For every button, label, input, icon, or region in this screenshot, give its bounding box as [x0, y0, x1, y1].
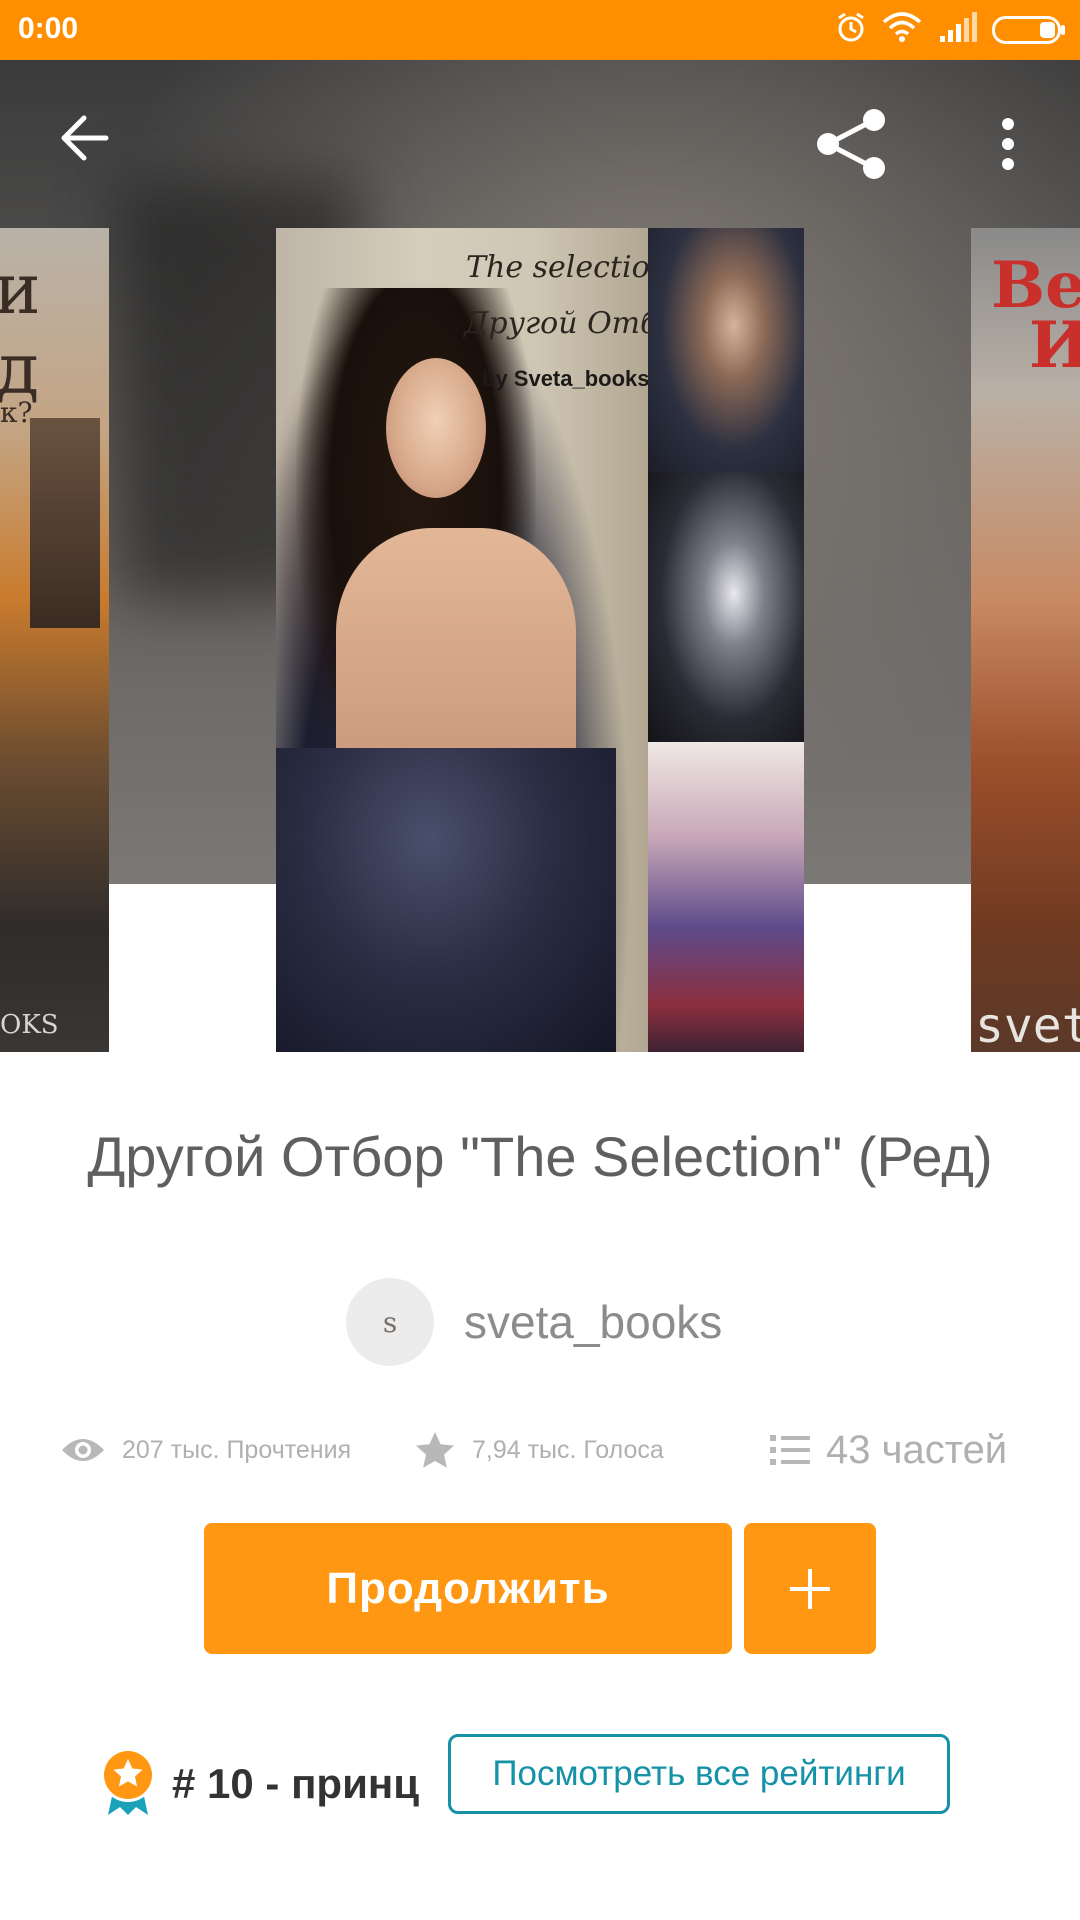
more-vert-icon	[1002, 118, 1014, 170]
ranking-medal-icon	[100, 1747, 156, 1822]
votes-stat: 7,94 тыс. Голоса	[414, 1420, 664, 1480]
reads-stat: 207 тыс. Прочтения	[60, 1420, 351, 1480]
story-stats: 207 тыс. Прочтения 7,94 тыс. Голоса 43 ч…	[0, 1420, 1080, 1480]
cover-current[interactable]: The selection Другой Отбор by Sveta_book…	[276, 228, 804, 1052]
parts-stat[interactable]: 43 частей	[770, 1420, 1007, 1480]
view-all-rankings-button[interactable]: Посмотреть все рейтинги	[448, 1734, 950, 1814]
cover-previous-title-1: и	[0, 248, 41, 330]
wifi-icon	[882, 10, 922, 49]
ranking-text: # 10 - принц	[172, 1760, 420, 1807]
cover-next-title-2: И	[1029, 308, 1080, 383]
author-name: sveta_books	[464, 1296, 723, 1348]
status-time: 0:00	[18, 12, 79, 45]
continue-reading-label: Продолжить	[326, 1563, 610, 1613]
view-all-rankings-label: Посмотреть все рейтинги	[492, 1754, 906, 1793]
reads-count: 207 тыс. Прочтения	[122, 1435, 352, 1464]
cover-panel-man	[648, 228, 804, 472]
cover-title-en: The selection	[466, 250, 669, 285]
status-bar: 0:00	[0, 0, 1080, 60]
cover-dress	[276, 748, 616, 1052]
star-icon	[414, 1430, 456, 1470]
signal-icon	[938, 10, 978, 49]
list-icon	[770, 1433, 810, 1467]
alarm-icon	[834, 10, 868, 49]
author-link[interactable]: s sveta_books	[346, 1277, 722, 1367]
back-button[interactable]	[56, 110, 112, 171]
story-title: Другой Отбор "The Selection" (Ред)	[87, 1125, 993, 1188]
cover-face	[386, 358, 486, 498]
continue-reading-button[interactable]: Продолжить	[204, 1523, 732, 1654]
votes-count: 7,94 тыс. Голоса	[472, 1435, 664, 1464]
battery-icon	[992, 16, 1066, 49]
cover-previous-footer: OKS	[0, 1010, 59, 1040]
ranking-info: # 10 - принц	[100, 1736, 419, 1832]
parts-count: 43 частей	[826, 1427, 1008, 1472]
share-button[interactable]	[812, 104, 892, 189]
cover-next-footer: sveta	[975, 998, 1080, 1052]
cover-previous-title-3: к?	[0, 396, 33, 429]
cover-byline: by Sveta_books	[482, 366, 650, 391]
share-icon	[817, 109, 885, 179]
cover-panel-tiara	[648, 472, 804, 742]
add-to-library-button[interactable]	[744, 1523, 876, 1654]
back-arrow-icon	[61, 115, 109, 161]
eye-icon	[60, 1434, 106, 1466]
cover-building	[30, 418, 100, 628]
more-options-button[interactable]	[996, 114, 1020, 179]
author-avatar: s	[346, 1278, 434, 1366]
cover-next[interactable]: Ве И sveta	[971, 228, 1080, 1052]
cover-panel-girls	[648, 742, 804, 1052]
plus-icon	[790, 1568, 830, 1609]
cover-previous[interactable]: и д к? OKS	[0, 228, 109, 1052]
